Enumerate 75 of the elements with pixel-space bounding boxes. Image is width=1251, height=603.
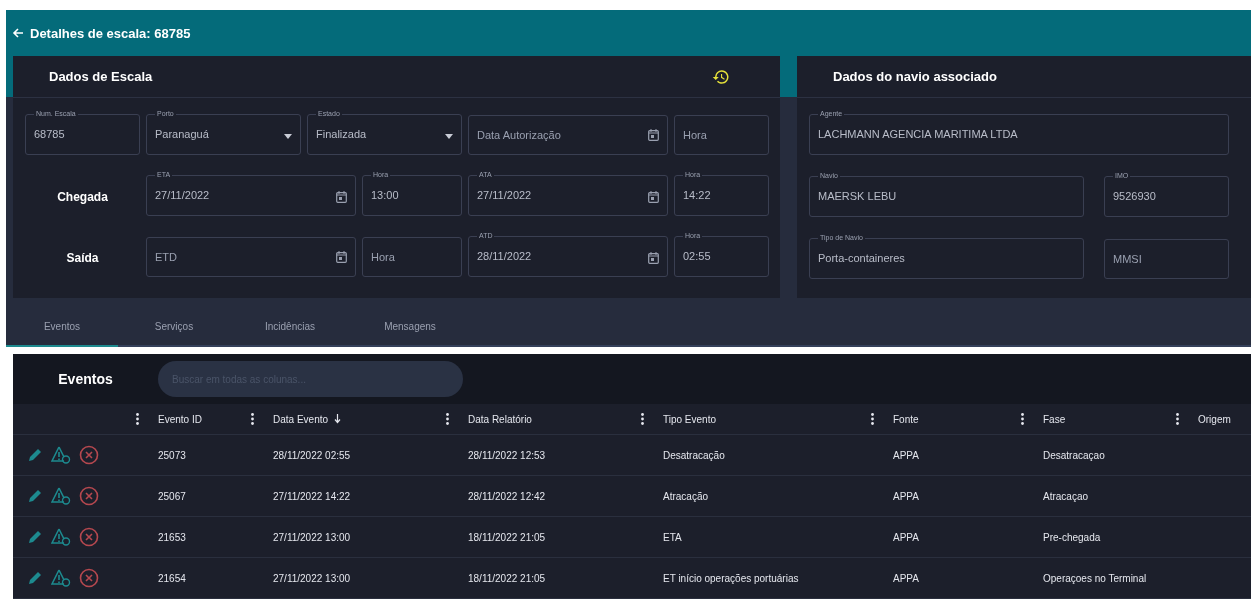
- column-menu-icon[interactable]: [446, 413, 449, 425]
- warning-icon[interactable]: [51, 487, 71, 505]
- calendar-icon[interactable]: [336, 191, 347, 203]
- table-cell: APPA: [893, 572, 919, 584]
- calendar-icon[interactable]: [648, 252, 659, 264]
- table-cell: APPA: [893, 531, 919, 543]
- column-menu-icon[interactable]: [136, 413, 139, 425]
- table-cell: 28/11/2022 12:53: [468, 449, 546, 461]
- table-cell: APPA: [893, 449, 919, 461]
- table-cell: ETA: [663, 531, 682, 543]
- sort-arrow-icon[interactable]: [334, 414, 342, 424]
- cancel-icon[interactable]: [79, 568, 99, 588]
- table-cell: 21653: [158, 531, 186, 543]
- table-cell: 21654: [158, 572, 186, 584]
- dropdown-caret-icon: [445, 133, 453, 139]
- table-cell: Operaçoes no Terminal: [1043, 572, 1147, 584]
- column-menu-icon[interactable]: [251, 413, 254, 425]
- column-menu-icon[interactable]: [871, 413, 874, 425]
- dropdown-caret-icon: [284, 133, 292, 139]
- column-header[interactable]: Fonte: [893, 413, 919, 425]
- edit-pencil-icon[interactable]: [27, 447, 43, 463]
- input-field[interactable]: MMSI: [1104, 239, 1229, 279]
- column-header[interactable]: Fase: [1043, 413, 1066, 425]
- table-cell: Desatracação: [663, 449, 725, 461]
- input-field[interactable]: Data Autorização: [468, 115, 668, 155]
- column-menu-icon[interactable]: [1021, 413, 1024, 425]
- calendar-icon[interactable]: [336, 251, 347, 263]
- input-field[interactable]: Hora: [362, 237, 462, 277]
- warning-icon[interactable]: [51, 446, 71, 464]
- table-cell: Desatracaçao: [1043, 449, 1105, 461]
- table-cell: 25073: [158, 449, 186, 461]
- column-header[interactable]: Data Relatório: [468, 413, 532, 425]
- history-icon[interactable]: [712, 67, 730, 86]
- table-cell: 27/11/2022 13:00: [273, 572, 351, 584]
- back-arrow-icon[interactable]: [12, 27, 24, 39]
- table-cell: 18/11/2022 21:05: [468, 572, 546, 584]
- edit-pencil-icon[interactable]: [27, 570, 43, 586]
- calendar-icon[interactable]: [648, 191, 659, 203]
- table-cell: 28/11/2022 12:42: [468, 490, 546, 502]
- tab[interactable]: Serviços: [118, 307, 230, 347]
- panel-title: Dados do navio associado: [833, 69, 997, 84]
- column-header[interactable]: Evento ID: [158, 413, 202, 425]
- table-cell: 18/11/2022 21:05: [468, 531, 546, 543]
- table-cell: 28/11/2022 02:55: [273, 449, 351, 461]
- table-cell: APPA: [893, 490, 919, 502]
- tab[interactable]: Mensagens: [350, 307, 470, 347]
- table-cell: Pre-chegada: [1043, 531, 1101, 543]
- page-title: Detalhes de escala: 68785: [30, 25, 191, 41]
- table-cell: 27/11/2022 13:00: [273, 531, 351, 543]
- column-header[interactable]: Origem: [1198, 413, 1231, 425]
- edit-pencil-icon[interactable]: [27, 529, 43, 545]
- table-cell: Atracação: [663, 490, 709, 502]
- warning-icon[interactable]: [51, 569, 71, 587]
- column-header[interactable]: Tipo Evento: [663, 413, 716, 425]
- input-field[interactable]: ETD: [146, 237, 356, 277]
- table-cell: ET início operações portuárias: [663, 572, 799, 584]
- column-menu-icon[interactable]: [641, 413, 644, 425]
- tab[interactable]: Eventos: [6, 307, 118, 347]
- input-field[interactable]: Hora: [674, 115, 769, 155]
- cancel-icon[interactable]: [79, 527, 99, 547]
- warning-icon[interactable]: [51, 528, 71, 546]
- column-header[interactable]: Data Evento: [273, 413, 342, 425]
- table-cell: 27/11/2022 14:22: [273, 490, 351, 502]
- tab[interactable]: Incidências: [230, 307, 350, 347]
- table-cell: 25067: [158, 490, 186, 502]
- calendar-icon[interactable]: [648, 129, 659, 141]
- cancel-icon[interactable]: [79, 445, 99, 465]
- row-label: Saída: [65, 249, 100, 265]
- column-menu-icon[interactable]: [1176, 413, 1179, 425]
- table-title: Eventos: [57, 371, 114, 387]
- edit-pencil-icon[interactable]: [27, 488, 43, 504]
- row-label: Chegada: [56, 188, 109, 204]
- cancel-icon[interactable]: [79, 486, 99, 506]
- table-cell: Atracaçao: [1043, 490, 1089, 502]
- panel-title: Dados de Escala: [49, 69, 153, 84]
